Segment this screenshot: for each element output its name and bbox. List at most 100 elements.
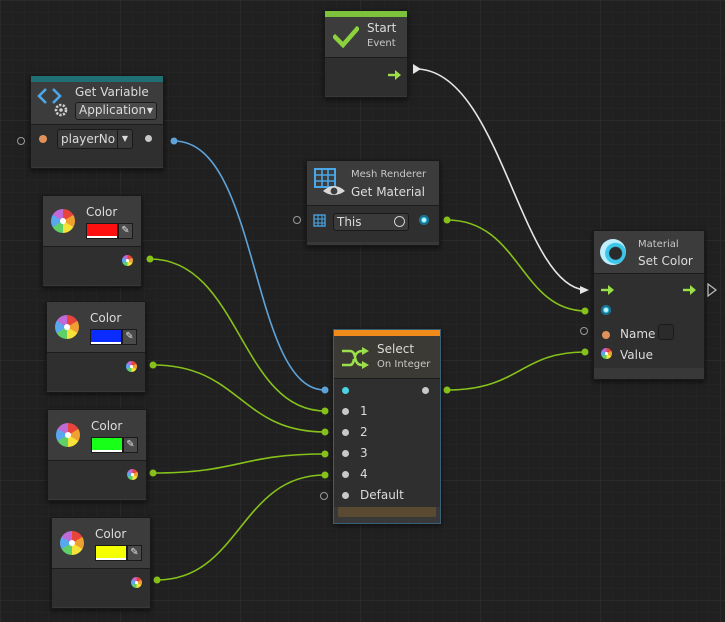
color-palette-icon: [56, 423, 80, 447]
wire-color3-to-select: [152, 453, 326, 474]
color-node-header[interactable]: Color ✎: [52, 518, 150, 568]
variable-output-port[interactable]: [145, 135, 152, 142]
option-1-port[interactable]: [342, 408, 349, 415]
start-node-body: [325, 57, 407, 96]
select-default-flow-port[interactable]: [320, 492, 328, 500]
color-node[interactable]: Color ✎: [51, 517, 151, 609]
color-node-header[interactable]: Color ✎: [47, 302, 145, 352]
get-variable-body: playerNo ▼: [31, 124, 163, 167]
eyedropper-icon[interactable]: ✎: [123, 437, 138, 453]
wire-material-to-setcolor: [446, 219, 586, 312]
option-2-port[interactable]: [342, 429, 349, 436]
object-picker-icon[interactable]: [394, 216, 405, 227]
color-node[interactable]: Color ✎: [46, 301, 146, 393]
color-node-header[interactable]: Color ✎: [48, 410, 146, 460]
name-port-label: Name: [620, 327, 656, 341]
eyedropper-icon[interactable]: ✎: [122, 329, 137, 345]
color-output-port[interactable]: [131, 577, 142, 588]
target-object-field[interactable]: This: [333, 213, 409, 231]
mesh-renderer-header[interactable]: Mesh Renderer Get Material: [307, 161, 439, 205]
variable-name-field[interactable]: playerNo ▼: [57, 129, 133, 149]
flow-out-arrow-icon[interactable]: [387, 69, 403, 81]
set-color-body: Name Value: [594, 273, 704, 368]
option-2-label: 2: [360, 425, 368, 439]
variable-name-value: playerNo: [61, 132, 116, 146]
mesh-renderer-subtitle: Mesh Renderer: [351, 169, 427, 180]
select-node-subtitle: On Integer: [377, 359, 431, 370]
color-node-header[interactable]: Color ✎: [43, 196, 141, 246]
start-node[interactable]: Start Event: [324, 10, 408, 98]
chevron-down-icon: ▼: [116, 130, 128, 148]
color-output-port[interactable]: [122, 255, 133, 266]
set-color-header[interactable]: Material Set Color: [594, 231, 704, 273]
select-node-header[interactable]: Select On Integer: [334, 336, 440, 378]
grid-icon: [313, 214, 326, 227]
color-node-body: [47, 352, 145, 391]
scope-dropdown[interactable]: Application ▼: [75, 102, 157, 120]
name-input-port[interactable]: [602, 331, 610, 339]
select-output-port[interactable]: [422, 387, 429, 394]
color-node-label: Color: [90, 311, 122, 325]
material-input-port[interactable]: [601, 305, 611, 315]
color-palette-icon: [55, 315, 79, 339]
eyedropper-icon[interactable]: ✎: [127, 545, 142, 561]
option-3-label: 3: [360, 446, 368, 460]
mesh-renderer-get-material-node[interactable]: Mesh Renderer Get Material This: [306, 160, 440, 246]
flow-out-arrow-icon[interactable]: [682, 284, 698, 296]
select-icon: [342, 347, 369, 369]
material-output-port[interactable]: [419, 215, 429, 225]
color-output-port[interactable]: [126, 361, 137, 372]
color-node-body: [52, 568, 150, 607]
set-color-name-flow-port[interactable]: [580, 327, 588, 335]
wire-color1-to-select: [149, 258, 326, 412]
variable-icon: [37, 88, 68, 117]
get-variable-flow-port[interactable]: [17, 137, 25, 145]
material-sphere-icon: [600, 239, 626, 265]
option-1-label: 1: [360, 404, 368, 418]
option-3-port[interactable]: [342, 450, 349, 457]
name-toggle[interactable]: [658, 324, 674, 340]
target-object-value: This: [337, 215, 362, 229]
set-color-flow-out-tail[interactable]: [707, 283, 717, 297]
color-swatch[interactable]: [95, 545, 127, 561]
color-node-label: Color: [95, 527, 127, 541]
color-swatch[interactable]: [91, 437, 123, 453]
eyedropper-icon[interactable]: ✎: [118, 223, 133, 239]
color-node[interactable]: Color ✎: [47, 409, 147, 501]
color-palette-icon: [51, 209, 75, 233]
start-node-header[interactable]: Start Event: [325, 17, 407, 57]
option-4-label: 4: [360, 467, 368, 481]
flow-in-arrow-icon[interactable]: [600, 284, 616, 296]
color-node-body: [43, 246, 141, 285]
option-4-port[interactable]: [342, 471, 349, 478]
color-palette-icon: [601, 348, 612, 359]
set-color-subtitle: Material: [638, 239, 679, 250]
color-output-port[interactable]: [127, 469, 138, 480]
start-node-subtitle: Event: [367, 38, 396, 49]
select-on-integer-node[interactable]: Select On Integer 1 2 3 4 Default: [333, 329, 441, 524]
select-node-footer: [338, 507, 436, 517]
color-node-body: [48, 460, 146, 499]
set-color-title: Set Color: [638, 254, 693, 268]
variable-input-port[interactable]: [39, 135, 47, 143]
mesh-renderer-body: This: [307, 205, 439, 242]
selector-input-port[interactable]: [342, 387, 349, 394]
option-default-port[interactable]: [342, 492, 349, 499]
material-set-color-node[interactable]: Material Set Color Name Value: [593, 230, 705, 380]
start-node-title: Start: [367, 21, 397, 35]
scope-dropdown-value: Application: [79, 103, 147, 117]
get-variable-header[interactable]: Get Variable Application ▼: [31, 82, 163, 124]
checkmark-icon: [333, 26, 359, 48]
chevron-down-icon: ▼: [146, 106, 153, 115]
mesh-renderer-icon: [314, 168, 345, 195]
color-swatch[interactable]: [86, 223, 118, 239]
select-node-body: 1 2 3 4 Default: [334, 378, 440, 507]
color-node[interactable]: Color ✎: [42, 195, 142, 287]
color-swatch[interactable]: [90, 329, 122, 345]
color-node-label: Color: [86, 205, 118, 219]
wire-playerno-to-select: [173, 140, 326, 391]
color-node-label: Color: [91, 419, 123, 433]
get-variable-node[interactable]: Get Variable Application ▼ playerNo ▼: [30, 75, 164, 169]
mesh-renderer-input-port[interactable]: [293, 216, 301, 224]
value-port-label: Value: [620, 348, 653, 362]
